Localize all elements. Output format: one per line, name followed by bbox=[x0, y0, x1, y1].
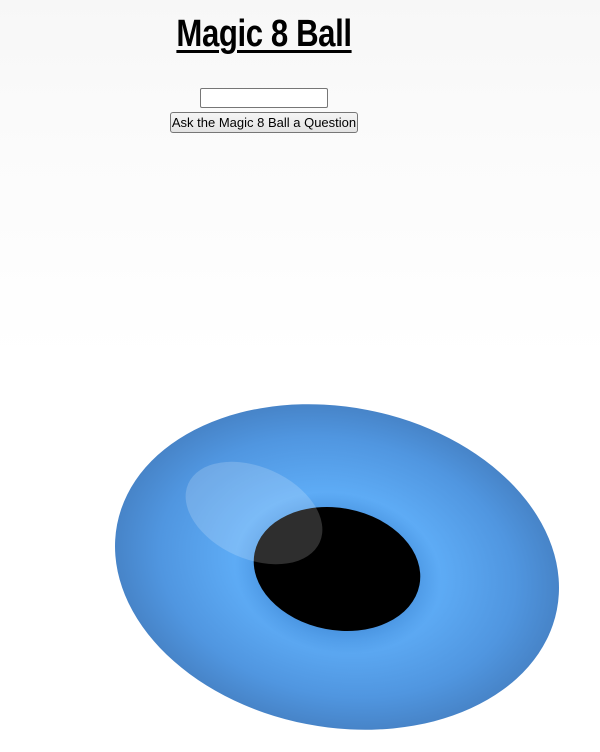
magic-8-ball[interactable] bbox=[0, 0, 600, 752]
